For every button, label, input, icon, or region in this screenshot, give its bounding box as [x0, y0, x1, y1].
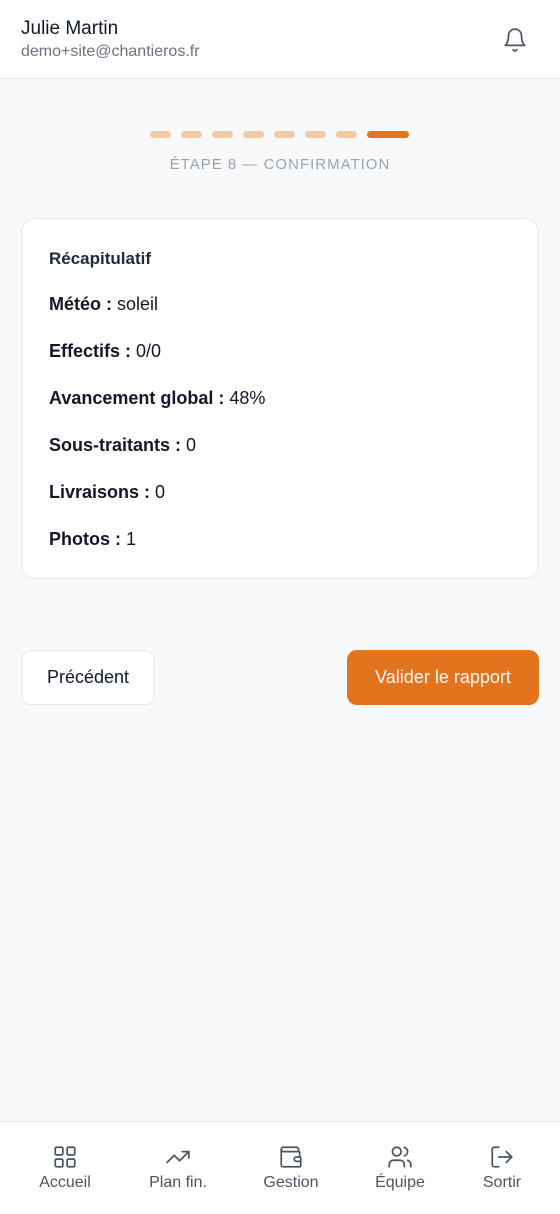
step-indicator — [243, 131, 264, 138]
summary-key: Photos : — [49, 529, 126, 549]
previous-button[interactable]: Précédent — [21, 650, 155, 705]
logout-icon — [491, 1146, 513, 1168]
summary-row-photos: Photos : 1 — [49, 529, 136, 550]
nav-label: Accueil — [39, 1174, 91, 1191]
grid-icon — [54, 1146, 76, 1168]
nav-item-equipe[interactable]: Équipe — [344, 1122, 456, 1214]
bell-icon — [504, 28, 526, 52]
nav-item-accueil[interactable]: Accueil — [9, 1122, 121, 1214]
nav-label: Plan fin. — [149, 1174, 207, 1191]
summary-value: soleil — [117, 294, 159, 314]
summary-card: Récapitulatif Météo : soleil Effectifs :… — [21, 218, 539, 579]
app-header: Julie Martin demo+site@chantieros.fr — [0, 0, 560, 79]
summary-key: Avancement global : — [49, 388, 230, 408]
summary-key: Sous-traitants : — [49, 435, 187, 455]
summary-value: 48% — [229, 388, 266, 408]
summary-value: 1 — [126, 529, 137, 549]
nav-label: Gestion — [263, 1174, 319, 1191]
step-indicator — [150, 131, 171, 138]
summary-key: Effectifs : — [49, 341, 137, 361]
validate-report-button[interactable]: Valider le rapport — [347, 650, 539, 705]
summary-title: Récapitulatif — [49, 249, 152, 268]
summary-row-progress: Avancement global : 48% — [49, 388, 265, 409]
step-indicator-active — [367, 131, 409, 138]
summary-row-staff: Effectifs : 0/0 — [49, 341, 161, 362]
summary-row-weather: Météo : soleil — [49, 294, 158, 315]
step-indicator — [336, 131, 357, 138]
nav-label: Équipe — [375, 1174, 425, 1191]
nav-label: Sortir — [482, 1174, 522, 1191]
users-icon — [388, 1146, 412, 1168]
step-indicator — [305, 131, 326, 138]
summary-key: Météo : — [49, 294, 118, 314]
nav-item-sortir[interactable]: Sortir — [446, 1122, 558, 1214]
user-email: demo+site@chantieros.fr — [21, 43, 200, 60]
page: Julie Martin demo+site@chantieros.fr ÉTA… — [0, 0, 560, 1214]
summary-value: 0 — [155, 482, 166, 502]
step-indicator — [212, 131, 233, 138]
step-indicator — [274, 131, 295, 138]
wallet-icon — [280, 1146, 302, 1168]
summary-key: Livraisons : — [49, 482, 156, 502]
step-label: ÉTAPE 8 — CONFIRMATION — [169, 156, 391, 173]
summary-value: 0 — [186, 435, 197, 455]
step-progress — [150, 131, 409, 139]
summary-value: 0/0 — [136, 341, 162, 361]
bottom-nav: Accueil Plan fin. Gestion Équipe Sortir — [0, 1121, 560, 1214]
summary-row-deliveries: Livraisons : 0 — [49, 482, 165, 503]
notifications-button[interactable] — [499, 24, 531, 56]
nav-item-gestion[interactable]: Gestion — [235, 1122, 347, 1214]
summary-row-subcontractors: Sous-traitants : 0 — [49, 435, 196, 456]
trending-up-icon — [166, 1150, 190, 1164]
nav-item-plan-fin[interactable]: Plan fin. — [122, 1122, 234, 1214]
step-indicator — [181, 131, 202, 138]
user-name: Julie Martin — [21, 18, 119, 39]
